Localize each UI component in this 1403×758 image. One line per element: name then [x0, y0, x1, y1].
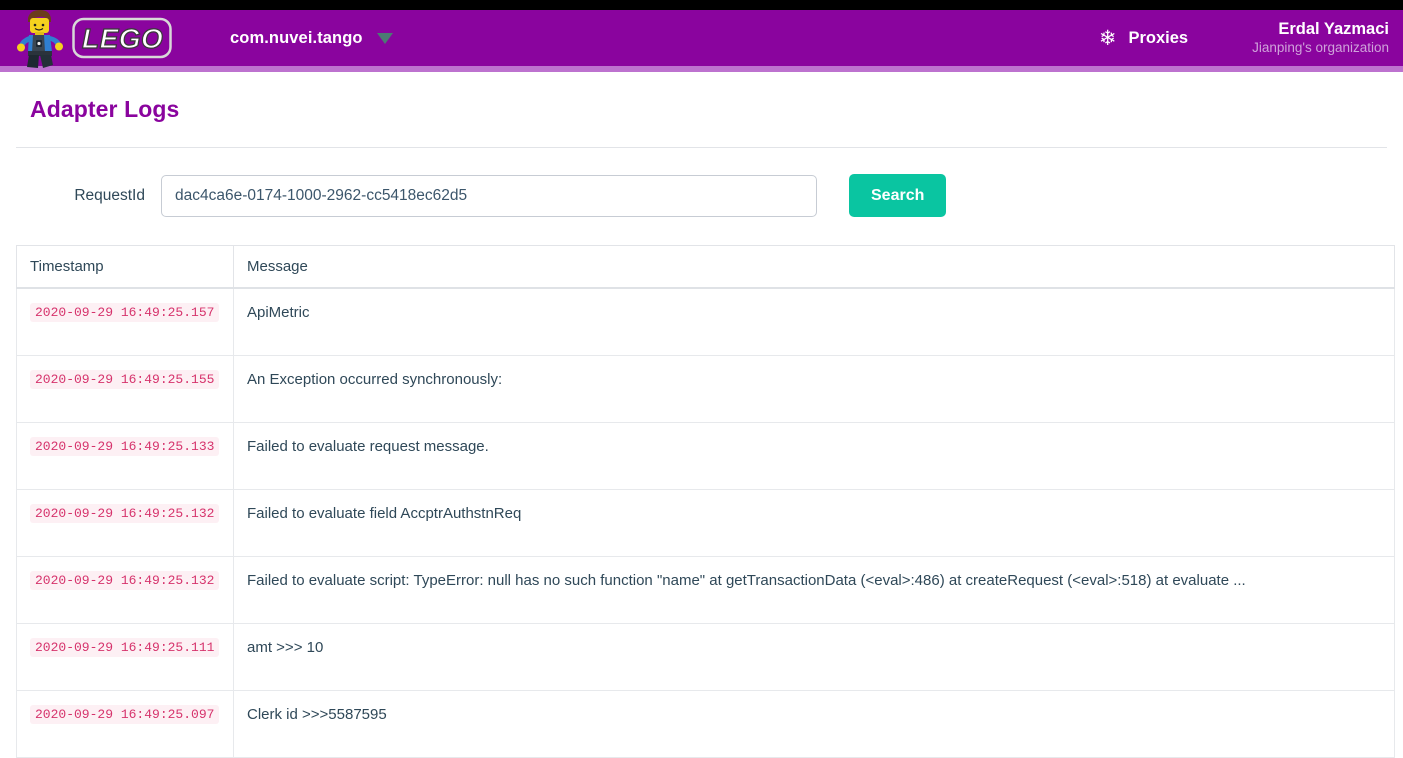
cell-timestamp: 2020-09-29 16:49:25.132 [16, 556, 234, 624]
timestamp-badge: 2020-09-29 16:49:25.157 [30, 303, 220, 322]
lego-wordmark-icon: LEGO [72, 17, 172, 59]
search-button[interactable]: Search [849, 174, 947, 217]
timestamp-badge: 2020-09-29 16:49:25.132 [30, 570, 220, 590]
cell-timestamp: 2020-09-29 16:49:25.157 [16, 288, 234, 356]
page-body: Adapter Logs RequestId Search Timestamp … [0, 96, 1403, 758]
log-message: Failed to evaluate request message. [247, 437, 489, 455]
lego-minifigure-icon [17, 10, 63, 68]
cell-timestamp: 2020-09-29 16:49:25.155 [16, 355, 234, 423]
app-selector-label: com.nuvei.tango [230, 28, 363, 47]
table-row[interactable]: 2020-09-29 16:49:25.157 ApiMetric [16, 288, 1395, 356]
log-message: amt >>> 10 [247, 638, 324, 656]
snowflake-icon: ❄ [1098, 26, 1117, 50]
timestamp-badge: 2020-09-29 16:49:25.097 [30, 704, 220, 724]
timestamp-badge: 2020-09-29 16:49:25.155 [30, 369, 220, 389]
svg-text:LEGO: LEGO [82, 23, 163, 54]
app-header: LEGO com.nuvei.tango ❄ Proxies Erdal Yaz… [0, 10, 1403, 72]
user-name: Erdal Yazmaci [1278, 19, 1389, 38]
request-id-label: RequestId [74, 186, 145, 204]
search-form: RequestId Search [16, 174, 1387, 217]
table-row[interactable]: 2020-09-29 16:49:25.132 Failed to evaluat… [16, 489, 1395, 557]
cell-message: amt >>> 10 [233, 623, 1395, 691]
table-head: Timestamp Message [16, 245, 1395, 289]
log-message: An Exception occurred synchronously: [247, 370, 503, 388]
log-message: Failed to evaluate script: TypeError: nu… [247, 571, 1246, 589]
table-header-row: Timestamp Message [16, 245, 1395, 289]
cell-timestamp: 2020-09-29 16:49:25.111 [16, 623, 234, 691]
cell-message: Failed to evaluate field AccptrAuthstnRe… [233, 489, 1395, 557]
table-row[interactable]: 2020-09-29 16:49:25.155 An Exception occu… [16, 355, 1395, 423]
table-row[interactable]: 2020-09-29 16:49:25.133 Failed to evaluat… [16, 422, 1395, 490]
request-id-input[interactable] [161, 174, 817, 217]
table-body: 2020-09-29 16:49:25.157 ApiMetric 2020-09-… [16, 288, 1395, 758]
log-message: Failed to evaluate field AccptrAuthstnRe… [247, 504, 522, 522]
top-black-strip [0, 0, 1403, 10]
user-menu[interactable]: Erdal Yazmaci Jianping's organization [1252, 20, 1389, 56]
proxies-label: Proxies [1128, 28, 1189, 47]
timestamp-badge: 2020-09-29 16:49:25.133 [30, 436, 220, 456]
title-divider [16, 147, 1387, 148]
column-header-timestamp: Timestamp [16, 245, 234, 289]
cell-message: Failed to evaluate request message. [233, 422, 1395, 490]
cell-timestamp: 2020-09-29 16:49:25.097 [16, 690, 234, 758]
log-message: Clerk id >>>5587595 [247, 705, 387, 723]
page-title: Adapter Logs [30, 96, 180, 122]
cell-message: Clerk id >>>5587595 [233, 690, 1395, 758]
log-message: ApiMetric [247, 304, 310, 321]
adapter-logs-table: Timestamp Message 2020-09-29 16:49:25.15… [16, 245, 1395, 758]
table-row[interactable]: 2020-09-29 16:49:25.097 Clerk id >>>55875… [16, 690, 1395, 758]
timestamp-badge: 2020-09-29 16:49:25.132 [30, 503, 220, 523]
table-row[interactable]: 2020-09-29 16:49:25.111 amt >>> 10 [16, 623, 1395, 691]
column-header-message: Message [233, 245, 1395, 289]
chevron-down-icon [376, 32, 393, 44]
cell-timestamp: 2020-09-29 16:49:25.133 [16, 422, 234, 490]
cell-message: ApiMetric [233, 288, 1395, 356]
app-selector[interactable]: com.nuvei.tango [230, 29, 393, 48]
cell-timestamp: 2020-09-29 16:49:25.132 [16, 489, 234, 557]
timestamp-badge: 2020-09-29 16:49:25.111 [30, 637, 220, 657]
cell-message: An Exception occurred synchronously: [233, 355, 1395, 423]
lego-brand-logo[interactable]: LEGO [14, 7, 172, 69]
nav-item-proxies[interactable]: ❄ Proxies [1099, 28, 1188, 49]
cell-message: Failed to evaluate script: TypeError: nu… [233, 556, 1395, 624]
user-organization: Jianping's organization [1252, 40, 1389, 56]
logs-table-wrapper: Timestamp Message 2020-09-29 16:49:25.15… [16, 245, 1395, 758]
table-row[interactable]: 2020-09-29 16:49:25.132 Failed to evaluat… [16, 556, 1395, 624]
